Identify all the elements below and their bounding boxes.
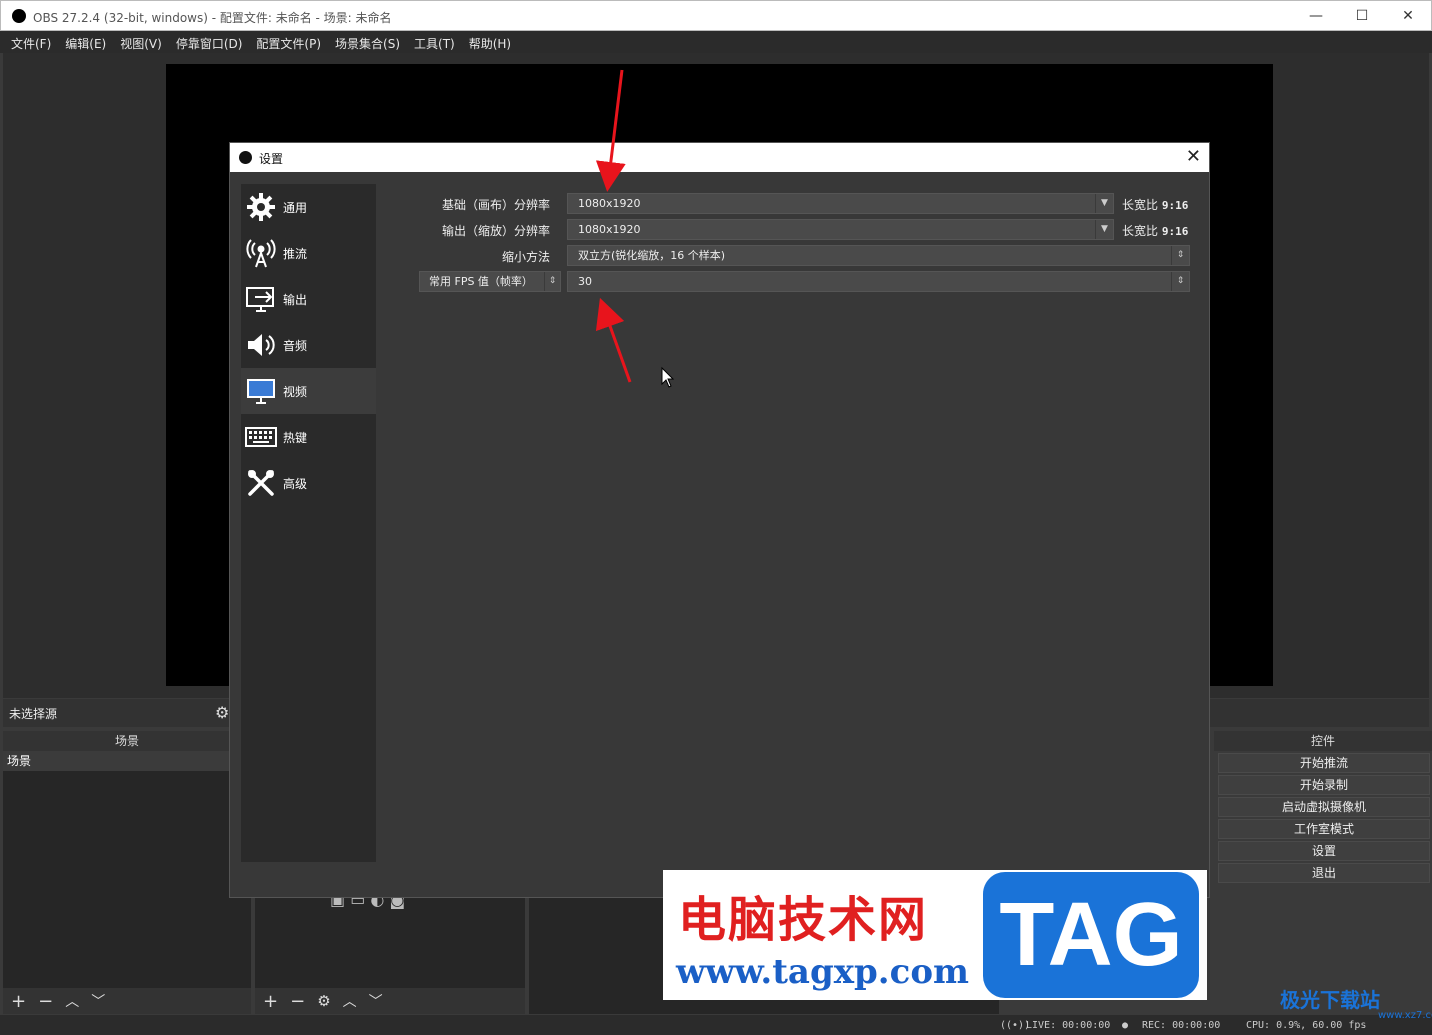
- jiguang-logo: 极光下载站: [1280, 988, 1380, 1012]
- annotation-arrow-fps: [595, 297, 632, 383]
- mouse-cursor-icon: [661, 366, 675, 388]
- watermark-url: www.tagxp.com: [676, 952, 969, 992]
- watermark-cn-text: 电脑技术网: [678, 892, 929, 948]
- watermark-tag-logo: TAG: [983, 872, 1199, 998]
- jiguang-url: www.xz7.com: [1378, 1010, 1432, 1021]
- tagxp-watermark: 电脑技术网 www.tagxp.com TAG: [663, 870, 1207, 1000]
- annotation-arrow-resolution: [595, 69, 626, 192]
